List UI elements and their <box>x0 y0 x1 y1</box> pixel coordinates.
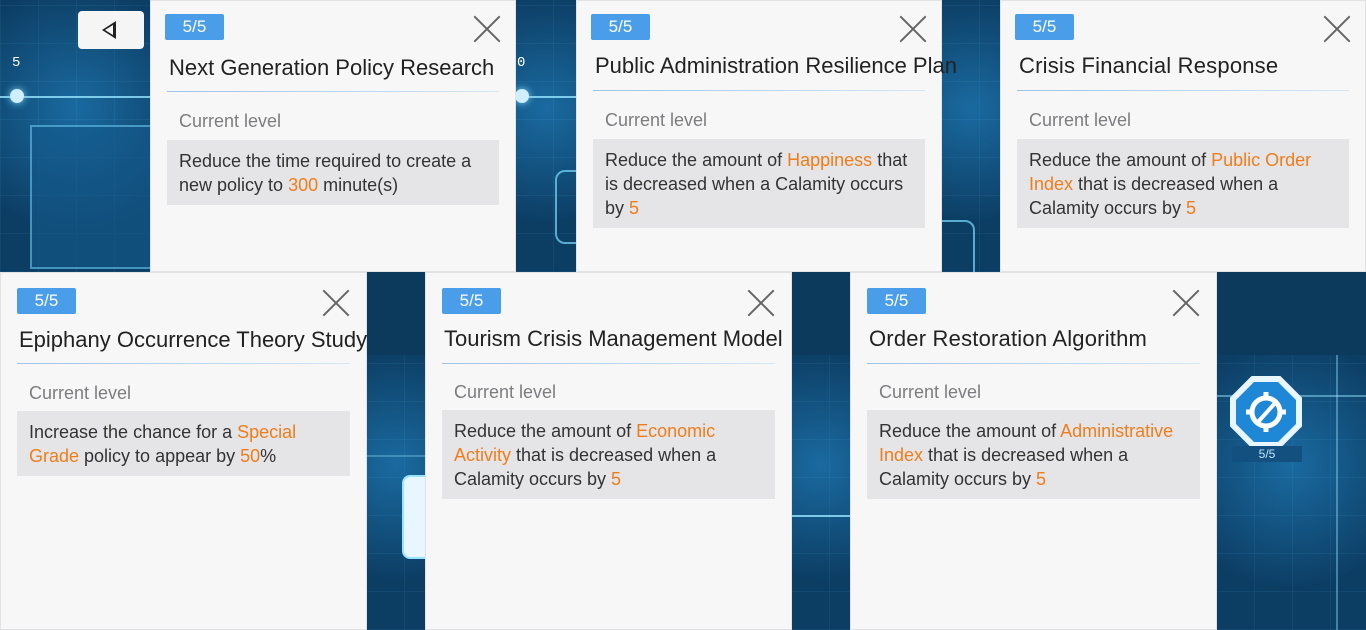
highlighted-value: 5 <box>1186 198 1197 218</box>
policy-card: 5/5 Tourism Crisis Management Model Curr… <box>425 272 792 630</box>
description-text: Reduce the amount of <box>454 421 637 441</box>
policy-title: Crisis Financial Response <box>1019 53 1279 78</box>
divider <box>442 363 775 364</box>
policy-effect-description: Reduce the amount of Happiness that is d… <box>593 139 925 228</box>
policy-effect-description: Increase the chance for a Special Grade … <box>17 411 350 476</box>
close-button[interactable] <box>899 15 927 43</box>
description-text: % <box>260 446 277 466</box>
policy-card: 5/5 Crisis Financial Response Current le… <box>1000 0 1366 272</box>
description-text: Reduce the amount of <box>879 421 1061 441</box>
close-button[interactable] <box>747 289 775 317</box>
level-badge: 5/5 <box>442 288 501 314</box>
policy-effect-description: Reduce the time required to create a new… <box>167 140 499 205</box>
divider <box>867 363 1200 364</box>
gear-wrench-icon <box>1246 392 1286 432</box>
policy-card: 5/5 Next Generation Policy Research Curr… <box>150 0 516 272</box>
circuit-line <box>1336 355 1338 630</box>
divider <box>167 91 499 92</box>
close-button[interactable] <box>1172 289 1200 317</box>
current-level-label: Current level <box>1029 110 1132 130</box>
highlighted-value: 5 <box>629 198 640 218</box>
policy-title: Order Restoration Algorithm <box>869 326 1148 351</box>
current-level-label: Current level <box>454 382 557 402</box>
policy-effect-description: Reduce the amount of Public Order Index … <box>1017 139 1349 228</box>
policy-title: Public Administration Resilience Plan <box>595 53 957 78</box>
description-text: Reduce the amount of <box>1029 150 1212 170</box>
level-badge: 5/5 <box>165 14 224 40</box>
background-panel-mid-top <box>515 0 577 272</box>
close-button[interactable] <box>1323 15 1351 43</box>
policy-card: 5/5 Public Administration Resilience Pla… <box>576 0 957 272</box>
circuit-frame <box>555 170 577 244</box>
policy-title: Tourism Crisis Management Model <box>444 326 783 351</box>
close-button[interactable] <box>473 15 501 43</box>
policy-effect-description: Reduce the amount of Economic Activity t… <box>442 410 775 499</box>
highlighted-value: 300 <box>288 175 319 195</box>
divider <box>1017 90 1349 91</box>
circuit-frame <box>941 220 975 272</box>
background-panel-mid-bottom-2 <box>791 355 851 630</box>
divider <box>17 363 350 364</box>
description-text: minute(s) <box>318 175 399 195</box>
current-level-label: Current level <box>605 110 708 130</box>
description-text: Reduce the amount of <box>605 150 788 170</box>
background-marker: 5 <box>12 55 21 71</box>
circuit-line <box>791 515 851 517</box>
highlighted-value: Happiness <box>787 150 873 170</box>
background-panel-right-top <box>941 0 1001 272</box>
policy-gear-node[interactable] <box>1230 376 1302 448</box>
level-badge: 5/5 <box>867 288 926 314</box>
highlighted-value: 5 <box>1036 469 1047 489</box>
description-text: policy to appear by <box>79 446 241 466</box>
circuit-line <box>366 455 426 457</box>
back-button[interactable] <box>78 11 144 49</box>
current-level-label: Current level <box>179 111 282 131</box>
policy-title: Epiphany Occurrence Theory Study <box>19 327 368 352</box>
close-button[interactable] <box>322 289 350 317</box>
node-core <box>1236 382 1296 442</box>
policy-title: Next Generation Policy Research <box>169 55 495 80</box>
level-node <box>515 89 529 103</box>
highlighted-value: 5 <box>611 469 622 489</box>
background-marker: 0 <box>517 55 526 71</box>
background-window <box>30 125 152 269</box>
current-level-label: Current level <box>29 383 132 403</box>
current-level-label: Current level <box>879 382 982 402</box>
policy-node <box>402 475 426 559</box>
level-badge: 5/5 <box>591 14 650 40</box>
background-panel-mid-bottom <box>366 355 426 630</box>
level-badge: 5/5 <box>17 288 76 314</box>
divider <box>593 90 925 91</box>
policy-card: 5/5 Order Restoration Algorithm Current … <box>850 272 1217 630</box>
policy-card: 5/5 Epiphany Occurrence Theory Study Cur… <box>0 272 367 630</box>
description-text: Increase the chance for a <box>29 422 238 442</box>
level-node <box>10 89 24 103</box>
level-badge: 5/5 <box>1015 14 1074 40</box>
policy-effect-description: Reduce the amount of Administrative Inde… <box>867 410 1200 499</box>
highlighted-value: 50 <box>240 446 261 466</box>
node-level: 5/5 <box>1232 446 1302 462</box>
